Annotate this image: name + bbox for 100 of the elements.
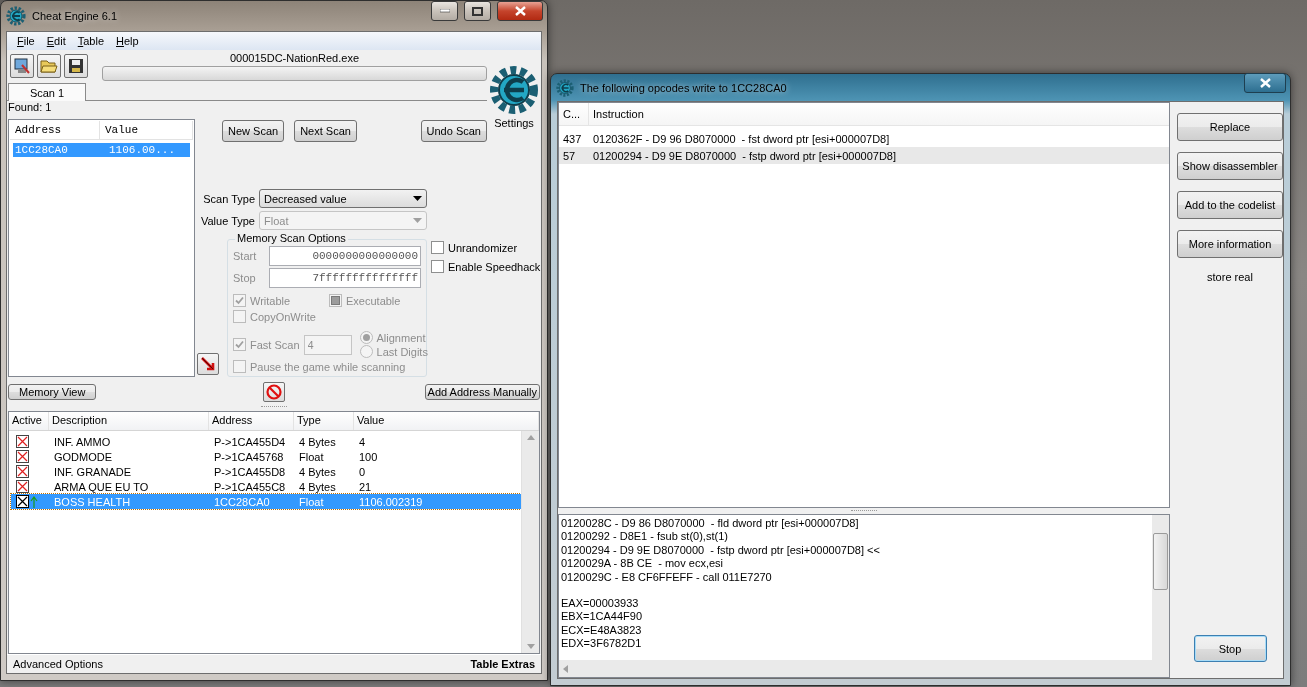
table-cell-text: ARMA QUE EU TO [53,480,150,493]
open-button[interactable] [37,54,61,78]
field-label: Scan Type [202,192,255,205]
action-button[interactable]: More information [1177,230,1283,258]
maximize-button[interactable] [464,1,491,21]
checkmark-icon [235,296,244,305]
type-dropdown[interactable]: Decreased value [259,189,427,208]
stop-scan-button[interactable] [263,382,285,402]
table-row[interactable]: INF. GRANADE P->1CA455D8 4 Bytes 0 [11,464,521,479]
table-cell-text: 0 [358,465,367,478]
field-label: Stop [233,272,257,284]
no-entry-icon [266,384,282,400]
stop-button[interactable]: Stop [1193,635,1267,662]
process-name: 000015DC-NationRed.exe [229,52,360,64]
gear-logo-icon [6,6,26,26]
table-cell-text: 100 [358,450,379,463]
computer-icon [13,57,31,75]
checkbox-label: Enable Speedhack [448,260,541,273]
column-header[interactable]: C... [559,103,589,125]
action-button[interactable]: Show disassembler [1177,152,1283,180]
table-cell-text: INF. AMMO [53,435,112,448]
scan-tab[interactable]: Scan 1 [8,83,86,101]
scan-button[interactable]: Undo Scan [420,120,487,142]
table-row[interactable]: ARMA QUE EU TO P->1CA455C8 4 Bytes 21 [11,479,521,494]
close-button[interactable] [1244,73,1286,93]
table-cell-text: Float [298,450,325,463]
register-line: ECX=E48A3823 [561,623,643,638]
window-title: The following opcodes write to 1CC28CA0 [580,81,788,94]
advanced-options-link[interactable]: Advanced Options [13,658,103,670]
value-cell-text: 1106.00... [108,143,176,157]
column-header[interactable]: Instruction [589,103,1169,125]
checkbox-label: Pause the game while scanning [250,360,406,373]
radio-label: Alignment [376,331,426,344]
scan-button[interactable]: Next Scan [294,120,357,142]
found-count: Found: 1 [7,101,53,115]
register-line: EAX=00003933 [561,597,640,611]
field-label: Start [233,250,258,262]
checkbox-label: Executable [346,294,401,307]
close-icon [514,6,526,16]
scroll-up-icon [526,435,535,440]
table-cell-text: 4 Bytes [298,480,337,493]
column-header[interactable]: Address [209,412,294,430]
column-header[interactable]: Active [9,412,49,430]
window-title: Cheat Engine 6.1 [32,10,118,22]
table-row[interactable]: INF. AMMO P->1CA455D4 4 Bytes 4 [11,434,521,449]
dropdown-arrow-icon [413,196,422,201]
minimize-button[interactable] [431,1,458,21]
memory-view-button[interactable]: Memory View [8,384,97,400]
code-line: 0120029A - 8B CE - mov ecx,esi [561,557,725,571]
gear-logo-icon [489,65,539,115]
table-cell-text: P->1CA455C8 [213,480,287,493]
horizontal-scrollbar[interactable] [559,660,1169,677]
scrollbar[interactable] [521,431,539,653]
close-button[interactable] [497,1,543,21]
opcode-row[interactable]: 437 0120362F - D9 96 D8070000 - fst dword ptr [esi+000007D8] [559,130,1169,147]
table-cell-text: P->1CA45768 [213,450,285,463]
checkbox-label: Writable [250,294,291,307]
menu-item[interactable]: Edit [40,35,72,47]
menu-item[interactable]: File [11,35,41,47]
instruction-cell-text: 01200294 - D9 9E D8070000 - fstp dword ptr [esi+000007D8] [592,149,897,162]
pointer-button[interactable] [197,353,219,375]
save-button[interactable] [64,54,88,78]
code-line: 01200292 - D8E1 - fsub st(0),st(1) [561,530,729,544]
table-cell-text: P->1CA455D4 [213,435,287,448]
menu-item[interactable]: Help [110,35,145,47]
table-extras-link[interactable]: Table Extras [470,658,535,670]
table-cell-text: 1106.002319 [358,495,424,508]
instruction-cell-text: 0120362F - D9 96 D8070000 - fst dword ptr [esi+000007D8] [592,132,891,145]
gear-logo-icon [556,78,574,97]
opcode-description: store real [1207,271,1253,283]
checkbox[interactable] [431,260,444,273]
table-cell-text: BOSS HEALTH [53,495,132,508]
opcode-row[interactable]: 57 01200294 - D9 9E D8070000 - fstp dword ptr [esi+000007D8] [559,147,1169,164]
scan-button[interactable]: New Scan [222,120,285,142]
maximize-icon [472,6,483,16]
table-cell-text: 1CC28CA0 [213,495,271,508]
code-line: 01200294 - D9 9E D8070000 - fstp dword ptr [esi+000007D8] << [561,543,881,558]
count-cell-text: 57 [562,149,577,162]
column-header[interactable]: Address [10,121,100,139]
action-button[interactable]: Add to the codelist [1177,191,1283,219]
column-header[interactable]: Description [49,412,209,430]
table-cell-text: 21 [358,480,373,493]
column-header[interactable]: Value [354,412,539,430]
pointer-arrow-icon [200,356,216,372]
add-address-button[interactable]: Add Address Manually [424,384,540,400]
column-header[interactable]: Type [294,412,354,430]
column-header[interactable]: Value [100,121,193,139]
settings-link[interactable]: Settings [494,117,534,129]
action-button[interactable]: Replace [1177,113,1283,141]
menu-item[interactable]: Table [71,35,110,47]
checkbox[interactable] [431,241,444,254]
table-cell-text: 4 Bytes [298,465,337,478]
close-icon [1259,78,1271,88]
table-row[interactable]: GODMODE P->1CA45768 Float 100 [11,449,521,464]
table-cell-text: P->1CA455D8 [213,465,287,478]
process-select-button[interactable] [10,54,34,78]
table-cell-text: GODMODE [53,450,114,463]
scroll-left-icon [563,664,568,673]
field-label: Value Type [199,214,255,227]
scrollbar[interactable] [1152,515,1169,660]
